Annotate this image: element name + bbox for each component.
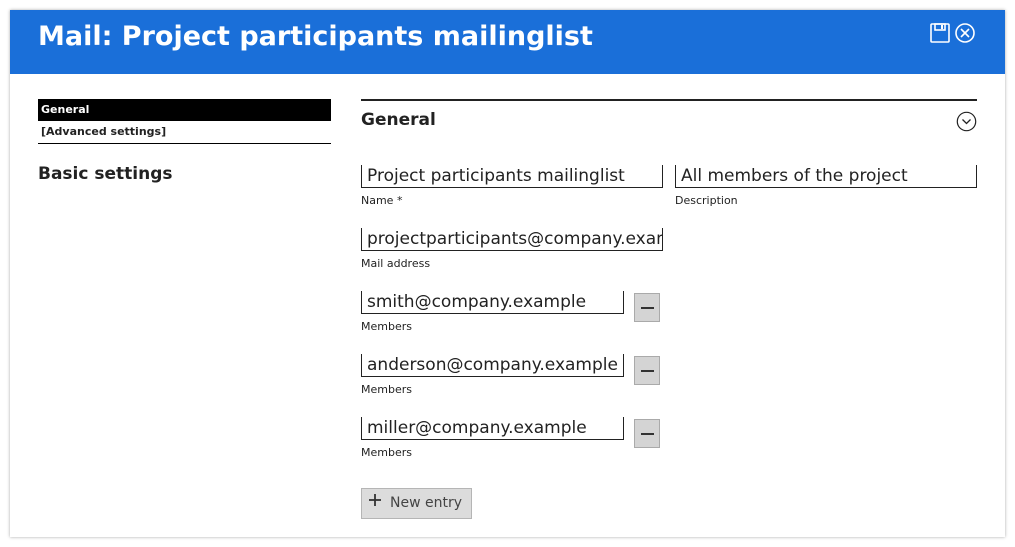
member-entry: Members bbox=[361, 354, 624, 396]
plus-icon bbox=[369, 494, 381, 506]
close-icon[interactable] bbox=[954, 22, 976, 44]
member-field[interactable] bbox=[361, 291, 624, 314]
member-label: Members bbox=[361, 320, 412, 333]
minus-icon bbox=[641, 370, 654, 372]
title-bar: Mail: Project participants mailinglist bbox=[10, 10, 1005, 74]
member-label: Members bbox=[361, 383, 412, 396]
name-field-group: Name * bbox=[361, 165, 663, 207]
new-entry-button[interactable]: New entry bbox=[361, 488, 472, 519]
mail-address-field[interactable] bbox=[361, 228, 663, 251]
name-field[interactable] bbox=[361, 165, 663, 188]
description-field[interactable] bbox=[675, 165, 977, 188]
description-label: Description bbox=[675, 194, 738, 207]
member-entry: Members bbox=[361, 291, 624, 333]
member-field[interactable] bbox=[361, 417, 624, 440]
mail-address-label: Mail address bbox=[361, 257, 431, 270]
dialog-window: Mail: Project participants mailinglist G… bbox=[10, 10, 1005, 537]
description-field-group: Description bbox=[675, 165, 977, 207]
chevron-circle-down-icon[interactable] bbox=[956, 111, 977, 132]
main-panel: General Name * Description Mail address … bbox=[361, 99, 977, 519]
minus-icon bbox=[641, 307, 654, 309]
sidebar-item-general[interactable]: General bbox=[38, 99, 331, 121]
sidebar-item-advanced-settings[interactable]: [Advanced settings] bbox=[38, 121, 331, 144]
remove-member-button[interactable] bbox=[634, 419, 660, 448]
section-header[interactable]: General bbox=[361, 99, 977, 145]
minus-icon bbox=[641, 433, 654, 435]
sidebar-heading-basic-settings: Basic settings bbox=[38, 164, 173, 184]
remove-member-button[interactable] bbox=[634, 293, 660, 322]
sidebar: General [Advanced settings] Basic settin… bbox=[38, 99, 331, 184]
remove-member-button[interactable] bbox=[634, 356, 660, 385]
new-entry-label: New entry bbox=[390, 495, 463, 511]
section-title: General bbox=[361, 110, 436, 130]
member-entry: Members bbox=[361, 417, 624, 459]
window-title: Mail: Project participants mailinglist bbox=[38, 21, 593, 52]
save-icon[interactable] bbox=[929, 22, 951, 44]
member-label: Members bbox=[361, 446, 412, 459]
member-field[interactable] bbox=[361, 354, 624, 377]
mail-address-field-group: Mail address bbox=[361, 228, 663, 270]
name-label: Name * bbox=[361, 194, 403, 207]
